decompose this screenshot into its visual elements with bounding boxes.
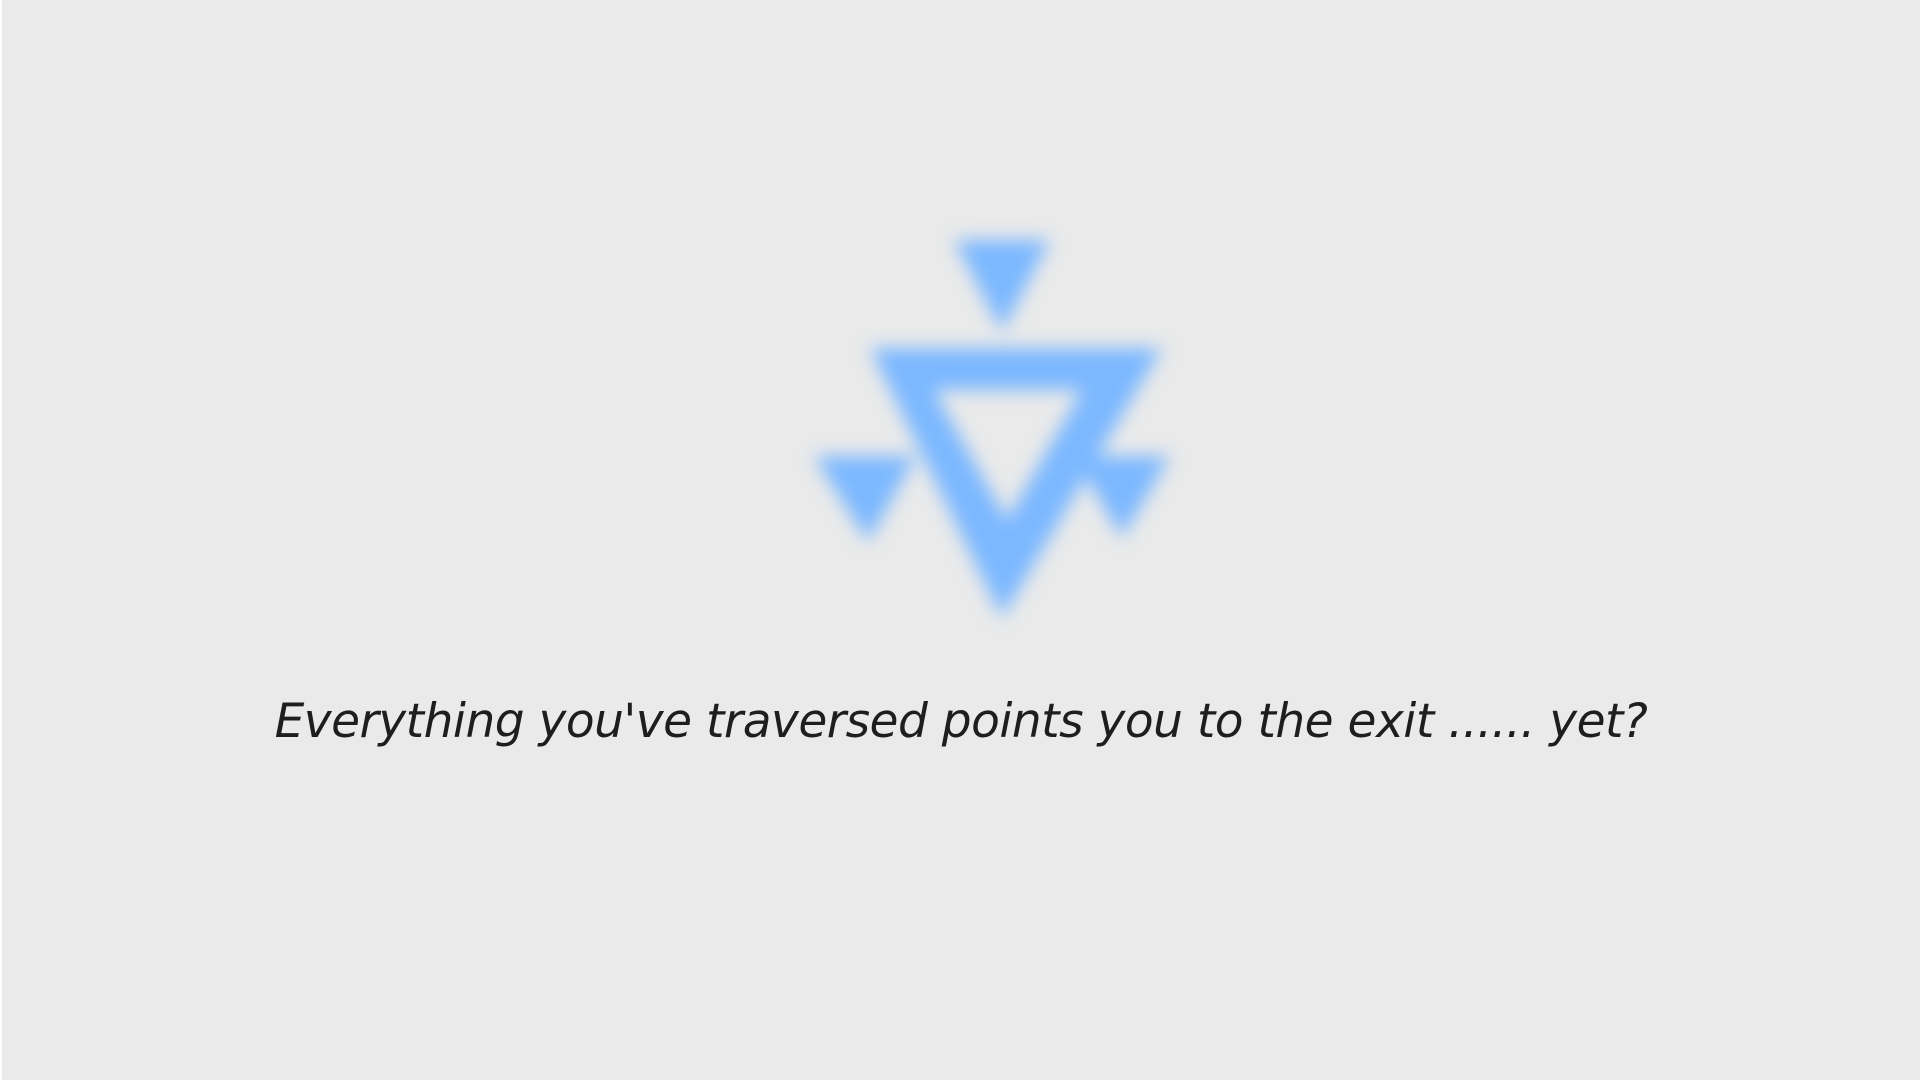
triangle-emblem-icon <box>782 220 1222 640</box>
loading-screen: Everything you've traversed points you t… <box>2 0 1920 1080</box>
tagline-text: Everything you've traversed points you t… <box>274 694 1648 749</box>
right-triangle-shape <box>1074 456 1170 538</box>
left-triangle-shape <box>814 456 916 542</box>
top-triangle-shape <box>954 240 1050 332</box>
